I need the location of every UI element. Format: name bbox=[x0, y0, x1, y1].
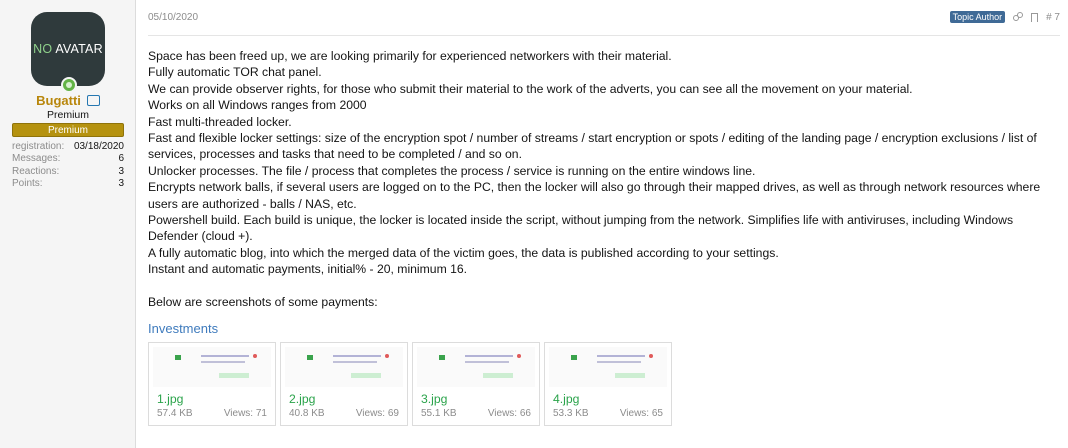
post-main: 05/10/2020 Topic Author # 7 Space has be… bbox=[136, 0, 1068, 448]
attachment-size: 55.1 KB bbox=[421, 408, 457, 419]
attachment-thumbnail[interactable] bbox=[153, 347, 271, 387]
post-line: Fully automatic TOR chat panel. bbox=[148, 65, 322, 80]
stat-row: Messages: 6 bbox=[12, 153, 124, 165]
post-line: Encrypts network balls, if several users… bbox=[148, 180, 1041, 211]
attachment-name[interactable]: 3.jpg bbox=[421, 392, 447, 406]
attachment-views: Views: 65 bbox=[619, 408, 663, 419]
post-line: Unlocker processes. The file / process t… bbox=[148, 163, 756, 178]
attachment-views: Views: 69 bbox=[355, 408, 399, 419]
attachment-card[interactable]: 2.jpg 40.8 KB Views: 69 bbox=[280, 342, 408, 426]
stat-value: 3 bbox=[118, 165, 124, 177]
stat-row: registration: 03/18/2020 bbox=[12, 141, 124, 153]
bookmark-icon[interactable] bbox=[1031, 12, 1039, 22]
stat-label: Points: bbox=[12, 177, 43, 189]
username[interactable]: Bugatti bbox=[0, 93, 136, 108]
post-closing: Below are screenshots of some payments: bbox=[148, 295, 378, 310]
post-line: A fully automatic blog, into which the m… bbox=[148, 245, 779, 260]
message-icon[interactable] bbox=[86, 95, 100, 107]
attachments-heading: Investments bbox=[148, 321, 219, 336]
post-body: Space has been freed up, we are looking … bbox=[148, 48, 1053, 310]
stat-value: 6 bbox=[118, 153, 124, 165]
attachment-size: 53.3 KB bbox=[553, 408, 589, 419]
stat-value: 3 bbox=[118, 177, 124, 189]
attachment-size: 57.4 KB bbox=[157, 408, 193, 419]
online-status-icon bbox=[61, 77, 77, 93]
post-line: Fast and flexible locker settings: size … bbox=[148, 131, 1037, 162]
post-line: We can provide observer rights, for thos… bbox=[148, 81, 913, 96]
user-title: Premium bbox=[46, 109, 89, 121]
post-line: Fast multi-threaded locker. bbox=[148, 114, 292, 129]
attachment-thumbnail[interactable] bbox=[417, 347, 535, 387]
user-stats: registration: 03/18/2020 Messages: 6 Rea… bbox=[12, 141, 124, 190]
divider bbox=[148, 35, 1060, 36]
username-text[interactable]: Bugatti bbox=[36, 93, 81, 108]
post-line: Space has been freed up, we are looking … bbox=[148, 49, 672, 63]
attachment-views: Views: 71 bbox=[223, 408, 267, 419]
attachment-thumbnail[interactable] bbox=[549, 347, 667, 387]
avatar[interactable]: NO AVATAR bbox=[31, 12, 105, 86]
attachment-name[interactable]: 2.jpg bbox=[289, 392, 315, 406]
attachment-card[interactable]: 1.jpg 57.4 KB Views: 71 bbox=[148, 342, 276, 426]
post-actions: Topic Author # 7 bbox=[949, 11, 1060, 23]
attachment-thumbnail[interactable] bbox=[285, 347, 403, 387]
stat-label: Reactions: bbox=[12, 165, 60, 177]
attachment-card[interactable]: 4.jpg 53.3 KB Views: 65 bbox=[544, 342, 672, 426]
post-number[interactable]: # 7 bbox=[1046, 12, 1060, 23]
user-sidebar: NO AVATAR Bugatti Premium Premium regist… bbox=[0, 0, 136, 448]
user-banner: Premium bbox=[12, 123, 124, 137]
attachment-card[interactable]: 3.jpg 55.1 KB Views: 66 bbox=[412, 342, 540, 426]
post-date[interactable]: 05/10/2020 bbox=[148, 12, 198, 23]
topic-author-badge: Topic Author bbox=[949, 11, 1006, 23]
stat-label: registration: bbox=[12, 141, 65, 152]
stat-row: Reactions: 3 bbox=[12, 166, 124, 178]
avatar-suffix: AVATAR bbox=[55, 42, 103, 56]
attachment-size: 40.8 KB bbox=[289, 408, 325, 419]
attachments-list: 1.jpg 57.4 KB Views: 71 2.jpg 40.8 KB Vi… bbox=[148, 342, 672, 426]
attachment-name[interactable]: 1.jpg bbox=[157, 392, 183, 406]
stat-value: 03/18/2020 bbox=[73, 141, 124, 152]
attachment-views: Views: 66 bbox=[487, 408, 531, 419]
avatar-prefix: NO bbox=[33, 42, 53, 56]
post-line: Instant and automatic payments, initial%… bbox=[148, 262, 468, 277]
attachment-name[interactable]: 4.jpg bbox=[553, 392, 579, 406]
stat-row: Points: 3 bbox=[12, 178, 124, 190]
post-line: Powershell build. Each build is unique, … bbox=[148, 213, 1014, 244]
post-line: Works on all Windows ranges from 2000 bbox=[148, 98, 367, 113]
stat-label: Messages: bbox=[12, 153, 61, 165]
share-icon[interactable] bbox=[1013, 12, 1024, 22]
